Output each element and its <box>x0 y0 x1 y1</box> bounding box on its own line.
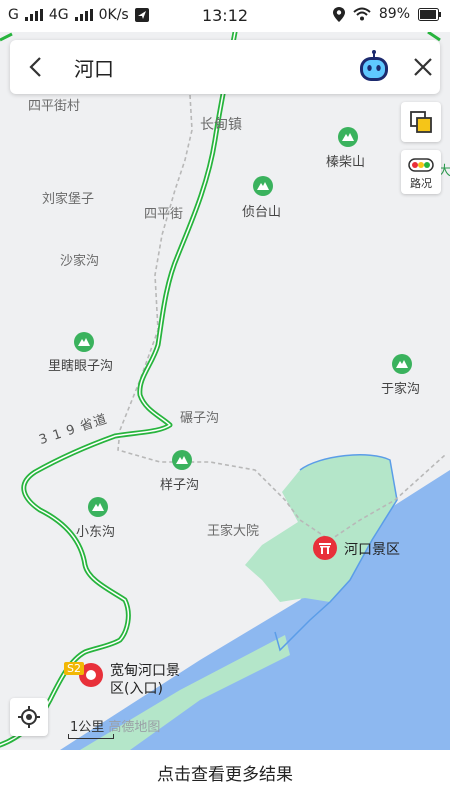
place-label-changdian: 长甸镇 <box>200 117 242 133</box>
battery-icon <box>418 7 441 21</box>
locate-icon <box>18 706 40 728</box>
poi-zhentaishan[interactable]: 侦台山 <box>242 201 281 220</box>
chevron-left-icon[interactable] <box>24 52 48 82</box>
search-bar: 河口 <box>10 40 440 94</box>
map-scale: 1公里 高德地图 <box>68 716 161 739</box>
status-right: 89% <box>332 6 442 22</box>
scale-text: 1公里 <box>70 720 105 735</box>
place-label-siping-village: 四平街村 <box>28 99 81 114</box>
locate-button[interactable] <box>10 698 48 736</box>
mountain-icon[interactable] <box>391 353 413 375</box>
location-icon <box>332 6 345 22</box>
poi-lixiayanzigou[interactable]: 里瞎眼子沟 <box>48 355 113 374</box>
assistant-avatar-icon[interactable] <box>356 49 392 85</box>
close-icon[interactable] <box>410 54 436 80</box>
search-query[interactable]: 河口 <box>74 53 114 82</box>
layers-icon <box>410 111 432 133</box>
map-watermark: 高德地图 <box>108 720 161 735</box>
mountain-icon[interactable] <box>252 175 274 197</box>
mountain-icon[interactable] <box>337 126 359 148</box>
more-results-button[interactable]: 点击查看更多结果 <box>0 750 450 800</box>
poi-xiaodonggou[interactable]: 小东沟 <box>76 521 115 540</box>
poi-zhencaishan[interactable]: 榛柴山 <box>326 151 365 170</box>
battery-level: 89% <box>378 6 410 22</box>
poi-entrance-line-1[interactable]: 宽甸河口景 <box>110 660 180 680</box>
layers-button[interactable] <box>401 102 441 142</box>
mountain-icon[interactable] <box>87 496 109 518</box>
mountain-icon[interactable] <box>171 449 193 471</box>
poi-yujiagou[interactable]: 于家沟 <box>381 378 420 397</box>
wifi-icon <box>353 7 371 21</box>
status-bar: G 4G 0K/s 13:12 89% <box>0 0 450 32</box>
place-label-shajiagou: 沙家沟 <box>60 254 100 269</box>
road-badge: S2 <box>64 662 84 675</box>
traffic-label: 路况 <box>410 177 432 190</box>
poi-hekou-scenic[interactable]: 河口景区 <box>344 539 400 559</box>
scale-bar <box>68 734 114 739</box>
mountain-icon[interactable] <box>73 331 95 353</box>
poi-yangzigou[interactable]: 样子沟 <box>160 474 199 493</box>
poi-entrance-line-2[interactable]: 区(入口) <box>110 678 163 698</box>
scenic-gate-icon[interactable] <box>312 535 338 561</box>
place-label-sipingjie: 四平街 <box>144 207 184 222</box>
place-label-wangjiadayuan: 王家大院 <box>207 524 260 539</box>
place-label-nianzigou: 碾子沟 <box>180 411 220 426</box>
place-label-liujiapuzi: 刘家堡子 <box>42 192 95 207</box>
traffic-button[interactable]: 路况 <box>401 150 441 194</box>
traffic-light-icon <box>408 158 434 172</box>
